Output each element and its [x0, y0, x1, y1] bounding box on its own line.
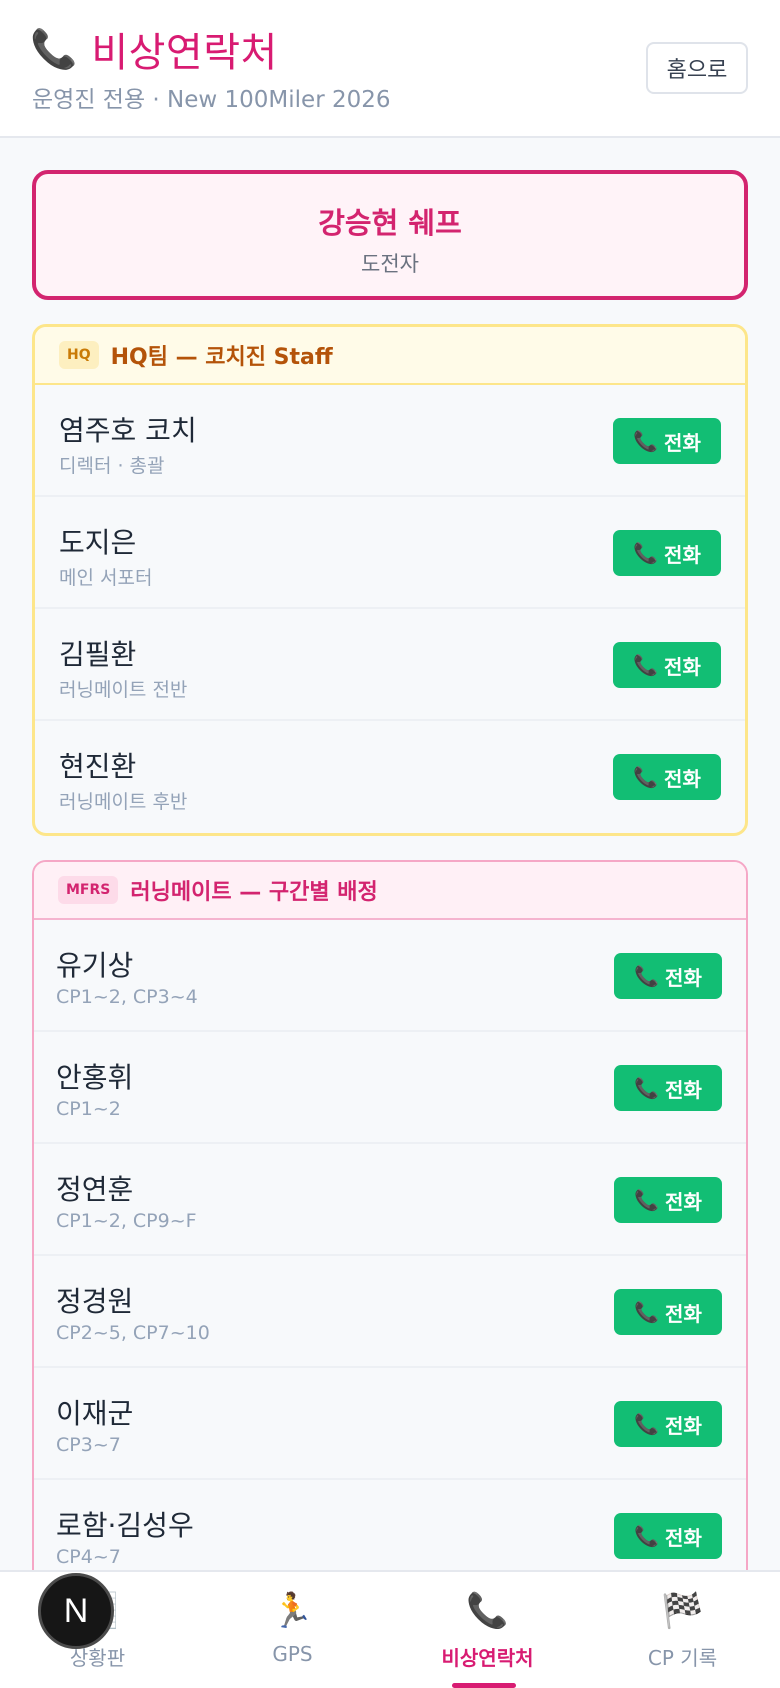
tab-label: GPS	[272, 1642, 313, 1666]
phone-icon: 📞	[466, 1591, 509, 1631]
contact-row: 도지은 메인 서포터 📞 전화	[35, 497, 745, 609]
phone-icon: 📞	[633, 541, 659, 565]
mfrs-tag: MFRS	[58, 876, 119, 904]
home-button[interactable]: 홈으로	[646, 42, 748, 94]
tab-gps[interactable]: 🏃 GPS	[195, 1572, 390, 1688]
contact-name: 김필환	[59, 638, 137, 671]
phone-icon: 📞	[633, 429, 659, 453]
contact-name: 정연훈	[56, 1173, 134, 1206]
contact-name: 정경원	[56, 1285, 134, 1318]
app-header: 📞 비상연락처 운영진 전용 · New 100Miler 2026 홈으로	[0, 0, 780, 138]
page-title: 📞 비상연락처	[30, 24, 278, 76]
runner-name: 강승현 쉐프	[318, 206, 462, 240]
contact-name: 현진환	[59, 750, 137, 783]
contacts-scroll-area[interactable]: 강승현 쉐프 도전자 HQ HQ팀 — 코치진 Staff 염주호 코치 디렉터…	[0, 140, 780, 1570]
contact-row: 정경원 CP2~5, CP7~10 📞 전화	[34, 1256, 746, 1368]
call-button[interactable]: 📞 전화	[614, 1513, 722, 1559]
tab-label: CP 기록	[647, 1646, 718, 1670]
contact-section: CP1~2, CP3~4	[56, 986, 198, 1008]
contact-section: CP1~2	[56, 1098, 121, 1120]
contact-role: 메인 서포터	[59, 567, 153, 589]
contact-role: 디렉터 · 총괄	[59, 455, 165, 477]
call-label: 전화	[665, 1189, 702, 1214]
call-button[interactable]: 📞 전화	[614, 1289, 722, 1335]
phone-icon: 📞	[634, 964, 660, 988]
call-button[interactable]: 📞 전화	[613, 754, 721, 800]
call-button[interactable]: 📞 전화	[614, 953, 722, 999]
contact-row: 로함·김성우 CP4~7 📞 전화	[34, 1480, 746, 1570]
phone-icon: 📞	[30, 27, 78, 71]
call-button[interactable]: 📞 전화	[614, 1065, 722, 1111]
contact-row: 염주호 코치 디렉터 · 총괄 📞 전화	[35, 385, 745, 497]
call-label: 전화	[665, 1525, 702, 1550]
call-button[interactable]: 📞 전화	[613, 642, 721, 688]
contact-row: 안홍휘 CP1~2 📞 전화	[34, 1032, 746, 1144]
phone-icon: 📞	[634, 1076, 660, 1100]
call-label: 전화	[664, 542, 701, 567]
call-button[interactable]: 📞 전화	[613, 418, 721, 464]
mfrs-group: MFRS 러닝메이트 — 구간별 배정 유기상 CP1~2, CP3~4 📞 전화…	[32, 860, 748, 1570]
hq-group-title: HQ팀 — 코치진 Staff	[110, 345, 333, 370]
runner-role: 도전자	[361, 252, 419, 276]
contact-row: 김필환 러닝메이트 전반 📞 전화	[35, 609, 745, 721]
phone-icon: 📞	[633, 653, 659, 677]
phone-icon: 📞	[634, 1188, 660, 1212]
contact-name: 로함·김성우	[56, 1509, 194, 1542]
phone-icon: 📞	[634, 1412, 660, 1436]
tab-label: 상황판	[69, 1646, 126, 1670]
call-label: 전화	[664, 654, 701, 679]
bottom-tab-bar: 📊 상황판 🏃 GPS 📞 비상연락처 🏁 CP 기록	[0, 1570, 780, 1688]
call-label: 전화	[665, 965, 702, 990]
contact-name: 이재군	[56, 1397, 134, 1430]
hq-group: HQ HQ팀 — 코치진 Staff 염주호 코치 디렉터 · 총괄 📞 전화 도…	[32, 324, 748, 836]
call-label: 전화	[665, 1301, 702, 1326]
mfrs-group-header: MFRS 러닝메이트 — 구간별 배정	[34, 862, 746, 920]
call-label: 전화	[664, 430, 701, 455]
call-button[interactable]: 📞 전화	[614, 1401, 722, 1447]
contact-section: CP1~2, CP9~F	[56, 1210, 197, 1232]
contact-name: 염주호 코치	[59, 414, 197, 447]
phone-icon: 📞	[634, 1300, 660, 1324]
floating-n-button[interactable]: N	[38, 1573, 114, 1649]
contact-role: 러닝메이트 후반	[59, 791, 188, 813]
runner-icon: 🏃	[271, 1591, 314, 1631]
phone-icon: 📞	[633, 765, 659, 789]
tab-label: 비상연락처	[441, 1646, 534, 1670]
mfrs-group-title: 러닝메이트 — 구간별 배정	[130, 880, 378, 905]
page-subtitle: 운영진 전용 · New 100Miler 2026	[32, 87, 391, 113]
hq-tag: HQ	[59, 341, 99, 369]
phone-icon: 📞	[634, 1524, 660, 1548]
runner-card: 강승현 쉐프 도전자	[32, 170, 748, 300]
call-button[interactable]: 📞 전화	[614, 1177, 722, 1223]
call-label: 전화	[665, 1077, 702, 1102]
contact-row: 현진환 러닝메이트 후반 📞 전화	[35, 721, 745, 833]
contact-row: 이재군 CP3~7 📞 전화	[34, 1368, 746, 1480]
tab-emergency-contacts[interactable]: 📞 비상연락처	[390, 1572, 585, 1688]
contact-section: CP2~5, CP7~10	[56, 1322, 210, 1344]
contact-role: 러닝메이트 전반	[59, 679, 188, 701]
call-label: 전화	[664, 766, 701, 791]
tab-cp-records[interactable]: 🏁 CP 기록	[585, 1572, 780, 1688]
contact-row: 정연훈 CP1~2, CP9~F 📞 전화	[34, 1144, 746, 1256]
page-title-text: 비상연락처	[91, 30, 278, 76]
contact-section: CP4~7	[56, 1546, 121, 1568]
hq-group-header: HQ HQ팀 — 코치진 Staff	[35, 327, 745, 385]
checkered-flag-icon: 🏁	[661, 1591, 704, 1631]
contact-name: 유기상	[56, 949, 134, 982]
contact-name: 안홍휘	[56, 1061, 134, 1094]
contact-row: 유기상 CP1~2, CP3~4 📞 전화	[34, 920, 746, 1032]
active-tab-indicator	[452, 1683, 516, 1688]
contact-name: 도지은	[59, 526, 137, 559]
call-label: 전화	[665, 1413, 702, 1438]
contact-section: CP3~7	[56, 1434, 121, 1456]
call-button[interactable]: 📞 전화	[613, 530, 721, 576]
